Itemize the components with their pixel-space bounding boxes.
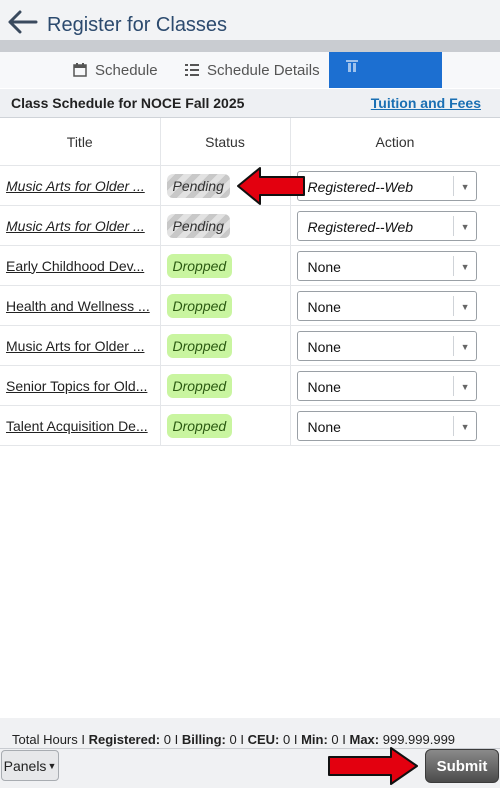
dropdown-arrow-icon: ▼	[460, 261, 470, 272]
registered-label: Registered:	[88, 732, 161, 747]
action-select-value: None	[307, 298, 341, 315]
table-row: Health and Wellness ... Dropped None ▼	[0, 285, 500, 326]
dropdown-arrow-icon: ▼	[460, 381, 470, 392]
action-select[interactable]: None ▼	[296, 410, 477, 441]
status-badge: Dropped	[166, 293, 233, 318]
column-header-title: Title	[0, 118, 161, 166]
class-title-link[interactable]: Music Arts for Older ...	[0, 178, 152, 194]
tab-details-label: Schedule Details	[207, 61, 320, 79]
schedule-header-bar: Class Schedule for NOCE Fall 2025 Tuitio…	[0, 89, 500, 118]
column-header-status: Status	[160, 118, 291, 166]
schedule-title: Class Schedule for NOCE Fall 2025	[11, 95, 245, 111]
max-label: Max:	[349, 732, 380, 747]
status-badge: Dropped	[166, 333, 233, 358]
status-badge: Pending	[166, 213, 230, 238]
footer-bar: Total Hours I Registered: 0 I Billing: 0…	[0, 718, 500, 788]
action-select-value: None	[307, 418, 341, 435]
action-select-value: Registered--Web	[307, 178, 414, 195]
table-row: Early Childhood Dev... Dropped None ▼	[0, 245, 500, 286]
class-title-link[interactable]: Health and Wellness ...	[0, 298, 152, 314]
ceu-label: CEU:	[247, 732, 280, 747]
class-title-link[interactable]: Music Arts for Older ...	[0, 338, 152, 354]
table-header-row: Title Status Action	[0, 118, 500, 166]
submit-button[interactable]: Submit	[425, 749, 499, 783]
list-icon	[185, 64, 199, 76]
action-select[interactable]: Registered--Web ▼	[296, 170, 477, 201]
app-header: Register for Classes	[0, 0, 500, 40]
total-hours-label: Total Hours	[12, 732, 78, 747]
panel-icon	[346, 60, 358, 72]
total-hours-summary: Total Hours I Registered: 0 I Billing: 0…	[12, 732, 456, 747]
status-badge: Dropped	[166, 373, 233, 398]
tab-schedule-label: Schedule	[95, 61, 158, 79]
annotation-arrow-icon	[237, 167, 305, 205]
class-title-link[interactable]: Early Childhood Dev...	[0, 258, 152, 274]
header-divider	[0, 40, 500, 52]
panels-label: Panels	[3, 757, 47, 774]
action-select[interactable]: None ▼	[296, 330, 477, 361]
back-arrow-icon[interactable]	[8, 10, 38, 34]
tab-bar: Schedule Schedule Details	[0, 52, 500, 88]
caret-down-icon: ▼	[47, 760, 57, 771]
status-badge: Pending	[166, 173, 230, 198]
dropdown-arrow-icon: ▼	[460, 221, 470, 232]
dropdown-arrow-icon: ▼	[460, 421, 470, 432]
billing-label: Billing:	[181, 732, 226, 747]
page-title: Register for Classes	[47, 14, 228, 36]
table-row: Senior Topics for Old... Dropped None ▼	[0, 365, 500, 406]
panels-button[interactable]: Panels ▼	[1, 750, 59, 781]
ceu-value: 0	[282, 732, 291, 747]
status-badge: Dropped	[166, 413, 233, 438]
action-select[interactable]: None ▼	[296, 290, 477, 321]
action-select[interactable]: Registered--Web ▼	[296, 210, 477, 241]
dropdown-arrow-icon: ▼	[460, 181, 470, 192]
footer-divider	[0, 748, 500, 749]
action-select-value: None	[307, 338, 341, 355]
action-select-value: None	[307, 378, 341, 395]
dropdown-arrow-icon: ▼	[460, 341, 470, 352]
tab-schedule[interactable]: Schedule	[73, 52, 158, 88]
min-label: Min:	[301, 732, 328, 747]
annotation-arrow-icon	[328, 747, 418, 785]
table-row: Talent Acquisition De... Dropped None ▼	[0, 405, 500, 446]
table-row: Music Arts for Older ... Dropped None ▼	[0, 325, 500, 366]
tuition-fees-link[interactable]: Tuition and Fees	[371, 95, 481, 111]
class-title-link[interactable]: Senior Topics for Old...	[0, 378, 152, 394]
status-badge: Dropped	[166, 253, 233, 278]
action-select[interactable]: None ▼	[296, 370, 477, 401]
column-header-action: Action	[290, 118, 500, 166]
billing-value: 0	[229, 732, 237, 747]
min-value: 0	[331, 732, 339, 747]
class-title-link[interactable]: Talent Acquisition De...	[0, 418, 152, 434]
calendar-icon	[73, 63, 87, 77]
tab-schedule-details[interactable]: Schedule Details	[185, 52, 320, 88]
class-title-link[interactable]: Music Arts for Older ...	[0, 218, 152, 234]
tab-panel-active[interactable]	[329, 52, 442, 88]
table-row: Music Arts for Older ... Pending Registe…	[0, 205, 500, 246]
action-select[interactable]: None ▼	[296, 250, 477, 281]
action-select-value: None	[307, 258, 341, 275]
max-value: 999.999.999	[382, 732, 456, 747]
dropdown-arrow-icon: ▼	[460, 301, 470, 312]
registered-value: 0	[163, 732, 171, 747]
action-select-value: Registered--Web	[307, 218, 414, 235]
